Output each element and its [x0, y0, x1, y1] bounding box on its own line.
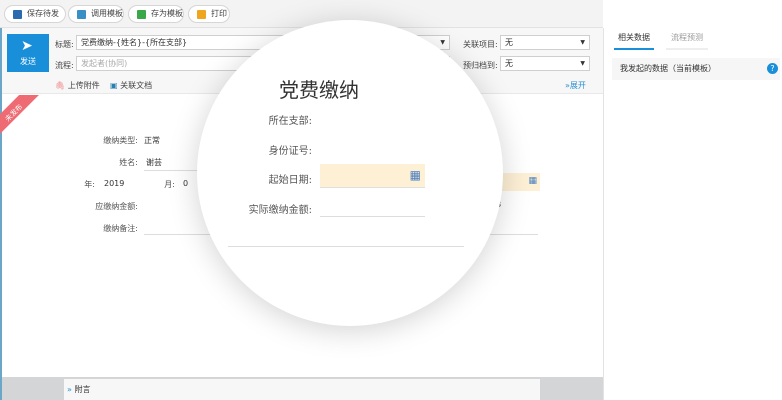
- paperclip-icon: 🖇: [55, 81, 66, 90]
- tab-flow-forecast[interactable]: 流程预测: [666, 32, 708, 50]
- archive-select[interactable]: 无: [500, 56, 590, 71]
- form-title: 党费缴纳: [279, 78, 359, 102]
- right-panel: 相关数据 流程预测 我发起的数据（当前模板）?: [603, 28, 782, 400]
- use-template-button[interactable]: 调用模板: [68, 5, 124, 23]
- month-label: 月:: [164, 180, 175, 189]
- print-button[interactable]: 打印: [188, 5, 230, 23]
- flow-label: 流程:: [55, 61, 74, 70]
- magnifier-overlay: 党费缴纳 所在支部: 身份证号: 起始日期: ▦ 实际缴纳金额:: [197, 20, 503, 326]
- branch-label: 所在支部:: [268, 116, 312, 127]
- upload-attachment-button[interactable]: 🖇 上传附件: [55, 80, 100, 91]
- year-value: 2019: [104, 179, 125, 188]
- calendar-icon: ▦: [528, 176, 537, 186]
- name-underline: [144, 170, 204, 171]
- type-label: 缴纳类型:: [103, 136, 138, 145]
- print-icon: [197, 10, 206, 19]
- actual-amount-input[interactable]: [320, 216, 425, 217]
- help-icon[interactable]: ?: [767, 63, 778, 74]
- type-value: 正常: [144, 136, 160, 145]
- actual-amount-label: 实际缴纳金额:: [248, 205, 312, 216]
- title-label: 标题:: [55, 40, 74, 49]
- save-as-template-button[interactable]: 存为模板: [128, 5, 184, 23]
- toolbar: 保存待发 调用模板 存为模板 打印: [0, 0, 603, 28]
- send-button[interactable]: ➤ 发送: [7, 34, 49, 72]
- start-date-field[interactable]: ▦: [320, 164, 425, 188]
- template-icon: [77, 10, 86, 19]
- remark-label: 缴纳备注:: [103, 224, 138, 233]
- save-icon: [13, 10, 22, 19]
- related-doc-button[interactable]: ▣ 关联文档: [110, 80, 152, 91]
- project-select[interactable]: 无: [500, 35, 590, 50]
- document-icon: ▣: [110, 81, 118, 90]
- name-label: 姓名:: [119, 158, 138, 167]
- divider: [228, 246, 464, 247]
- start-date-label: 起始日期:: [268, 175, 312, 186]
- expand-button[interactable]: »展开: [565, 80, 586, 91]
- year-label: 年:: [84, 180, 95, 189]
- save-draft-button[interactable]: 保存待发: [4, 5, 66, 23]
- save-template-icon: [137, 10, 146, 19]
- related-data-item[interactable]: 我发起的数据（当前模板）?: [612, 58, 780, 80]
- tab-related-data[interactable]: 相关数据: [614, 32, 654, 50]
- project-label: 关联项目:: [463, 40, 498, 49]
- due-label: 应缴纳金额:: [95, 202, 138, 211]
- paper-plane-icon: ➤: [21, 38, 33, 54]
- calendar-icon: ▦: [409, 168, 421, 182]
- postscript-section[interactable]: » 附言: [64, 379, 540, 400]
- month-value: 0: [183, 179, 189, 188]
- id-label: 身份证号:: [268, 146, 312, 157]
- archive-label: 预归档到:: [463, 61, 498, 70]
- name-value[interactable]: 谢芸: [146, 157, 162, 168]
- footer-bar: » 附言: [2, 377, 603, 400]
- double-chevron-down-icon: »: [67, 385, 72, 394]
